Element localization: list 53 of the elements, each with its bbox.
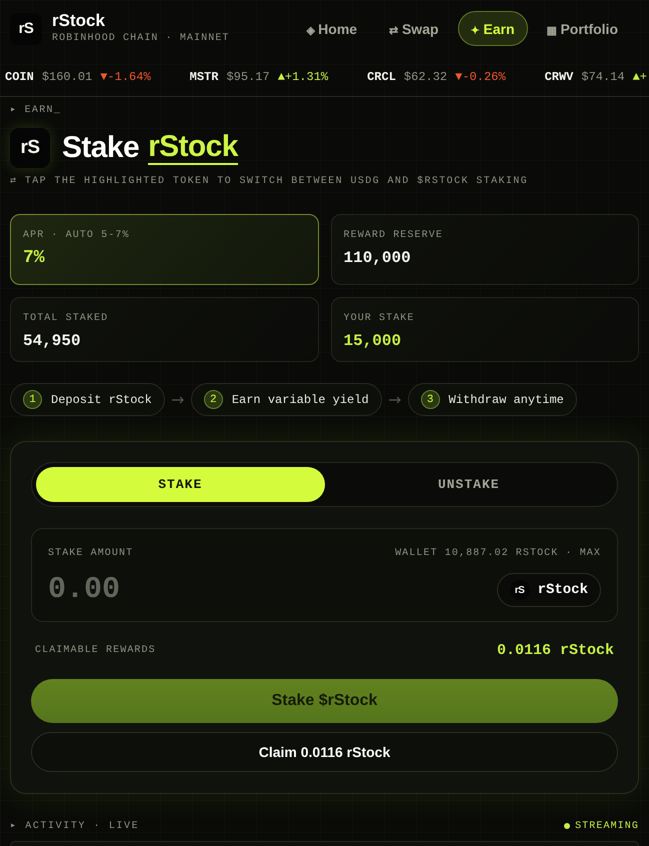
status-label: STREAMING (575, 820, 639, 832)
stat-label: APR · AUTO 5-7% (23, 229, 131, 242)
amount-input[interactable]: 0.00 (48, 572, 248, 608)
brand-name: rStock (52, 12, 106, 30)
ticker-price: $160.01 (42, 70, 92, 84)
nav-tab[interactable]: ◈ Home (293, 11, 370, 46)
stat-label: REWARD RESERVE (344, 229, 444, 242)
ticker-price: $95.17 (226, 70, 270, 84)
breadcrumb: ▸ EARN_ (10, 104, 62, 118)
brand-logo: rS (10, 12, 42, 44)
step-label: Deposit rStock (51, 392, 152, 406)
ticker-symbol: CRCL (367, 70, 396, 84)
nav-tab[interactable]: ▦ Portfolio (534, 11, 631, 46)
ticker-symbol: CRWV (544, 70, 574, 84)
stat-value: 110,000 (344, 248, 412, 268)
token-switch-link[interactable]: rStock (148, 131, 238, 165)
wallet-balance[interactable]: WALLET 10,887.02 RSTOCK · MAX (395, 547, 601, 560)
ticker-change: ▲+ (632, 70, 647, 84)
ticker-price: $62.32 (404, 70, 448, 84)
rewards-label: CLAIMABLE REWARDS (35, 644, 156, 656)
stat-label: TOTAL STAKED (23, 312, 110, 325)
token-logo: rS (510, 580, 530, 600)
step-number: 2 (204, 390, 223, 409)
page-title: Stake (62, 131, 140, 165)
stat-value: 7% (23, 248, 46, 268)
hint-text: ⇄ TAP THE HIGHLIGHTED TOKEN TO SWITCH BETWEEN USDG AND $RSTOCK STAKING (10, 175, 530, 189)
ticker-change: ▼-1.64% (100, 70, 151, 84)
ticker-price: $74.14 (581, 70, 625, 84)
stat-value: 54,950 (23, 331, 82, 351)
ticker-change: ▲+1.31% (278, 70, 328, 84)
field-label: STAKE AMOUNT (48, 547, 134, 560)
mode-tab[interactable]: UNSTAKE (324, 467, 613, 502)
step-number: 1 (23, 390, 42, 409)
stat-value: 15,000 (344, 331, 402, 351)
mode-tab[interactable]: STAKE (36, 467, 324, 502)
step-number: 3 (420, 390, 440, 409)
ticker-symbol: COIN (5, 70, 34, 84)
status-dot-icon (564, 823, 570, 829)
nav-tab[interactable]: ⇄ Swap (376, 11, 452, 46)
nav-tab[interactable]: ✦ Earn (458, 11, 528, 46)
ticker-symbol: MSTR (190, 70, 218, 84)
token-logo: rS (10, 128, 50, 168)
arrow-icon (172, 396, 184, 404)
step-label: Withdraw anytime (448, 392, 564, 406)
network-label: ROBINHOOD CHAIN · MAINNET (52, 33, 230, 45)
arrow-icon (388, 396, 401, 404)
step-label: Earn variable yield (232, 392, 369, 406)
section-label: ▸ ACTIVITY · LIVE (10, 820, 140, 832)
stat-label: YOUR STAKE (344, 312, 416, 325)
claim-button[interactable]: Claim 0.0116 rStock (31, 732, 618, 772)
ticker-change: ▼-0.26% (455, 70, 506, 84)
rewards-value: 0.0116 rStock (496, 642, 614, 658)
token-selector[interactable]: rS rStock (496, 573, 601, 607)
